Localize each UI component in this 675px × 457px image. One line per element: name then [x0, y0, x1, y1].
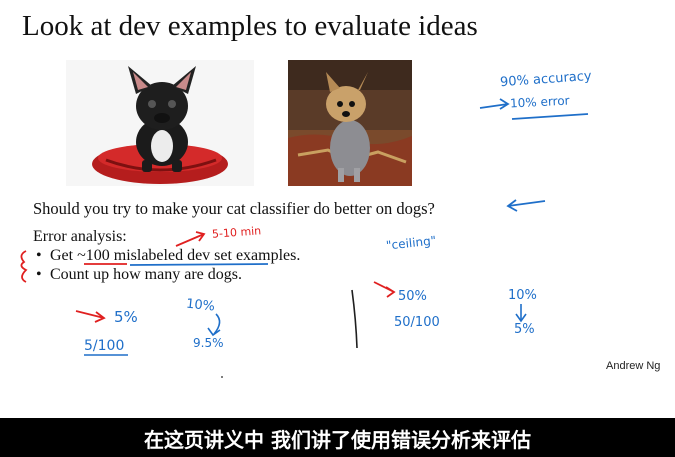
- note-left-to: 9.5%: [193, 336, 224, 350]
- note-left-ratio: 5/100: [84, 338, 125, 354]
- lecture-slide: Look at dev examples to evaluate ideas S…: [0, 0, 675, 418]
- note-left-pct: 5%: [114, 308, 138, 326]
- note-right-ratio: 50/100: [394, 315, 440, 330]
- subtitle-text: 在这页讲义中 我们讲了使用错误分析来评估: [144, 428, 531, 452]
- note-right-from: 10%: [508, 288, 537, 303]
- handwriting-ink-layer: [20, 98, 589, 378]
- note-right-pct: 50%: [398, 289, 427, 304]
- author-label: Andrew Ng: [606, 360, 661, 372]
- note-left-from: 10%: [185, 296, 216, 315]
- note-right-to: 5%: [514, 322, 535, 337]
